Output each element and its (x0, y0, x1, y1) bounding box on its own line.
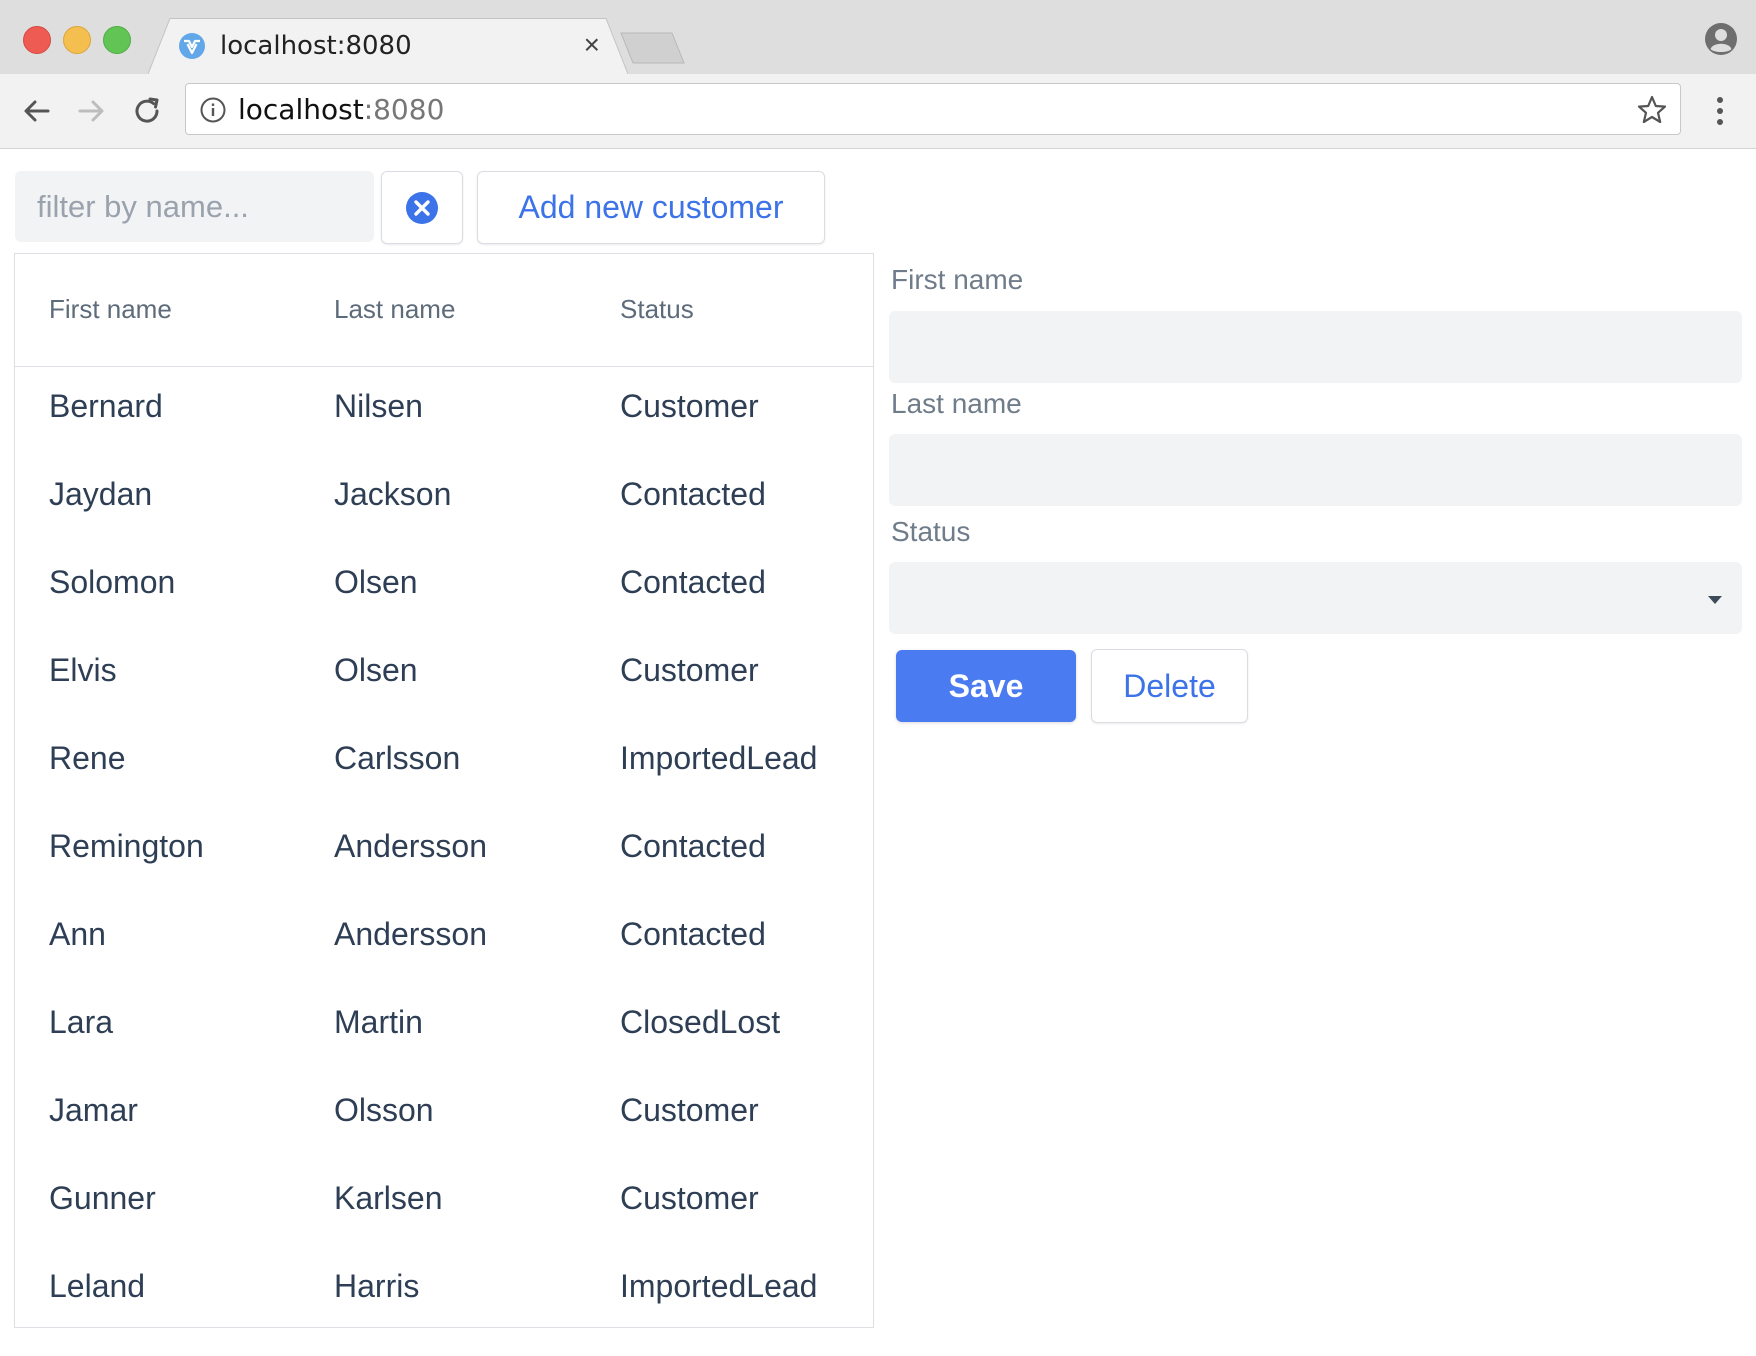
status-cell: Contacted (620, 564, 766, 600)
status-cell: Customer (620, 1180, 759, 1216)
add-new-customer-button[interactable]: Add new customer (477, 171, 825, 244)
window-close-button[interactable] (23, 26, 51, 54)
address-bar[interactable]: localhost:8080 (185, 83, 1681, 135)
last-name-cell: Nilsen (334, 388, 423, 424)
url-text: localhost:8080 (238, 93, 444, 126)
first-name-cell: Gunner (49, 1180, 156, 1216)
table-row[interactable]: Elvis Olsen Customer (15, 630, 873, 718)
kebab-menu-icon[interactable] (1712, 92, 1728, 130)
tab-title: localhost:8080 (220, 31, 412, 61)
first-name-cell: Rene (49, 740, 126, 776)
window-zoom-button[interactable] (103, 26, 131, 54)
column-header-status[interactable]: Status (620, 294, 694, 325)
table-row[interactable]: Jamar Olsson Customer (15, 1070, 873, 1158)
url-port: :8080 (363, 93, 445, 126)
last-name-cell: Andersson (334, 916, 487, 952)
column-header-first-name[interactable]: First name (49, 294, 172, 325)
first-name-cell: Elvis (49, 652, 117, 688)
first-name-label: First name (891, 264, 1024, 295)
browser-toolbar: localhost:8080 (0, 74, 1756, 149)
status-cell: ClosedLost (620, 1004, 781, 1040)
first-name-cell: Ann (49, 916, 106, 952)
first-name-cell: Remington (49, 828, 204, 864)
table-row[interactable]: Remington Andersson Contacted (15, 806, 873, 894)
last-name-cell: Olsen (334, 564, 418, 600)
last-name-cell: Olsson (334, 1092, 434, 1128)
last-name-cell: Harris (334, 1268, 420, 1304)
table-row[interactable]: Solomon Olsen Contacted (15, 542, 873, 630)
table-row[interactable]: Gunner Karlsen Customer (15, 1158, 873, 1246)
filter-input[interactable] (15, 171, 374, 242)
status-cell: Contacted (620, 476, 766, 512)
arrow-right-icon[interactable] (74, 94, 108, 128)
url-host: localhost (238, 93, 364, 126)
last-name-cell: Karlsen (334, 1180, 443, 1216)
star-icon[interactable] (1636, 94, 1668, 126)
grid-header: First name Last name Status (15, 254, 873, 367)
first-name-cell: Bernard (49, 388, 163, 424)
new-tab-button[interactable] (620, 32, 686, 64)
delete-button[interactable]: Delete (1091, 649, 1248, 723)
customer-grid: First name Last name Status Bernard Nilse… (14, 253, 874, 1328)
first-name-cell: Jamar (49, 1092, 138, 1128)
column-header-last-name[interactable]: Last name (334, 294, 455, 325)
table-row[interactable]: Bernard Nilsen Customer (15, 366, 873, 454)
status-select[interactable] (889, 562, 1742, 634)
first-name-cell: Jaydan (49, 476, 153, 512)
last-name-cell: Jackson (334, 476, 452, 512)
status-cell: ImportedLead (620, 1268, 818, 1304)
table-row[interactable]: Lara Martin ClosedLost (15, 982, 873, 1070)
table-row[interactable]: Leland Harris ImportedLead (15, 1246, 873, 1327)
info-icon[interactable] (200, 97, 226, 123)
status-cell: Customer (620, 388, 759, 424)
last-name-cell: Martin (334, 1004, 423, 1040)
last-name-cell: Andersson (334, 828, 487, 864)
window-minimize-button[interactable] (63, 26, 91, 54)
browser-tab-bar: localhost:8080 × (0, 0, 1756, 74)
arrow-left-icon[interactable] (20, 94, 54, 128)
status-cell: Customer (620, 1092, 759, 1128)
first-name-cell: Solomon (49, 564, 176, 600)
table-row[interactable]: Jaydan Jackson Contacted (15, 454, 873, 542)
vaadin-favicon-icon (179, 33, 205, 59)
last-name-field[interactable] (889, 434, 1742, 506)
status-cell: Contacted (620, 828, 766, 864)
last-name-label: Last name (891, 388, 1022, 419)
clear-circle-icon (406, 192, 438, 224)
status-cell: Customer (620, 652, 759, 688)
browser-tab[interactable]: localhost:8080 × (148, 18, 628, 74)
first-name-cell: Lara (49, 1004, 114, 1040)
clear-filter-button[interactable] (381, 171, 463, 244)
status-label: Status (891, 516, 971, 547)
status-cell: ImportedLead (620, 740, 818, 776)
save-button[interactable]: Save (896, 650, 1076, 722)
last-name-cell: Carlsson (334, 740, 461, 776)
table-row[interactable]: Rene Carlsson ImportedLead (15, 718, 873, 806)
last-name-cell: Olsen (334, 652, 418, 688)
first-name-field[interactable] (889, 311, 1742, 383)
chevron-down-icon (1708, 596, 1722, 604)
reload-icon[interactable] (130, 94, 164, 128)
status-cell: Contacted (620, 916, 766, 952)
profile-icon[interactable] (1704, 22, 1738, 56)
table-row[interactable]: Ann Andersson Contacted (15, 894, 873, 982)
first-name-cell: Leland (49, 1268, 146, 1304)
tab-close-icon[interactable]: × (584, 30, 600, 60)
